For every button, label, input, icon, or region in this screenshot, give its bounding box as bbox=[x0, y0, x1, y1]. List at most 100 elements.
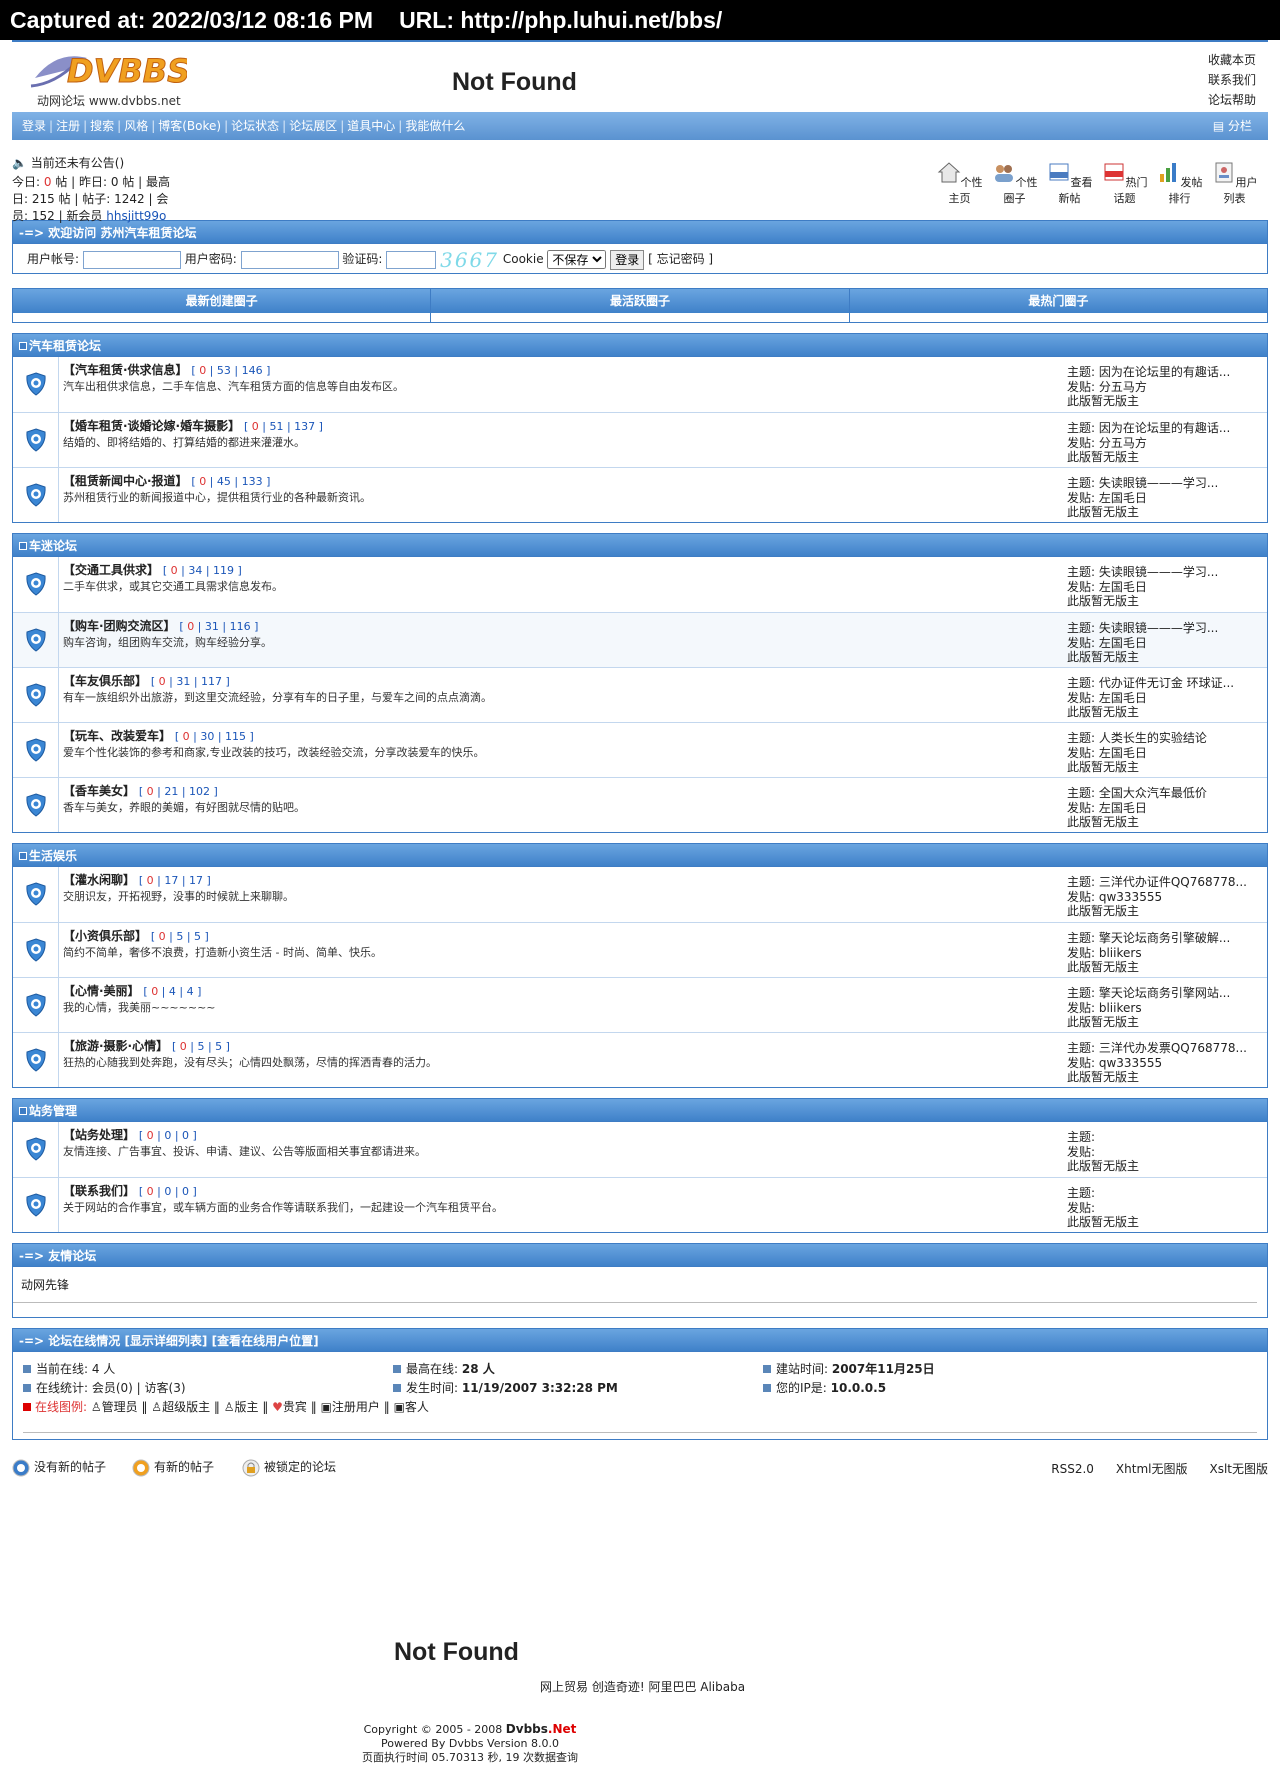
forum-title-link[interactable]: 【站务处理】 bbox=[63, 1128, 135, 1142]
forum-last-post: 主题: 发贴: 此版暂无版主 bbox=[1067, 1122, 1267, 1177]
post-ranking-button[interactable]: 发帖排行 bbox=[1152, 160, 1207, 206]
online-bar[interactable]: -=> 论坛在线情况 [显示详细列表] [查看在线用户位置] bbox=[12, 1328, 1268, 1352]
forum-categories: 汽车租赁论坛 【汽车租赁·供求信息】 [ 0 | 53 | 146 ] 汽车出租供求… bbox=[12, 333, 1268, 1233]
forum-title-link[interactable]: 【车友俱乐部】 bbox=[63, 674, 147, 688]
forum-title-link[interactable]: 【旅游·摄影·心情】 bbox=[63, 1039, 168, 1053]
copyright-brand[interactable]: Dvbbs bbox=[506, 1722, 548, 1736]
rss-link[interactable]: RSS2.0 bbox=[1051, 1462, 1094, 1476]
collapse-icon[interactable] bbox=[19, 342, 27, 350]
personal-home-button[interactable]: 个性主页 bbox=[932, 160, 987, 206]
last-topic-link[interactable]: 主题: 三洋代办证件QQ768778... bbox=[1067, 875, 1267, 890]
forum-title-link[interactable]: 【汽车租赁·供求信息】 bbox=[63, 363, 188, 377]
nav-search[interactable]: 搜索 bbox=[90, 119, 114, 133]
category-bar[interactable]: 汽车租赁论坛 bbox=[12, 333, 1268, 357]
top-links: 收藏本页 联系我们 论坛帮助 bbox=[1208, 50, 1256, 110]
last-poster[interactable]: 发贴: 左国毛日 bbox=[1067, 580, 1267, 595]
bookmark-link[interactable]: 收藏本页 bbox=[1208, 50, 1256, 70]
last-poster[interactable]: 发贴: 分五马方 bbox=[1067, 436, 1267, 451]
forum-row: 【汽车租赁·供求信息】 [ 0 | 53 | 146 ] 汽车出租供求信息，二手车… bbox=[13, 357, 1267, 412]
announcement-text[interactable]: 当前还未有公告() bbox=[31, 156, 124, 170]
forum-status-cell bbox=[13, 1122, 59, 1177]
last-topic-link[interactable]: 主题: 代办证件无订金 环球证... bbox=[1067, 676, 1267, 691]
captcha-input[interactable] bbox=[386, 250, 437, 269]
last-poster[interactable]: 发贴: bbox=[1067, 1145, 1267, 1160]
user-list-button[interactable]: 用户列表 bbox=[1207, 160, 1262, 206]
contact-link[interactable]: 联系我们 bbox=[1208, 70, 1256, 90]
forgot-password-link[interactable]: [ 忘记密码 ] bbox=[648, 252, 713, 266]
legend-locked: 被锁定的论坛 bbox=[242, 1458, 336, 1477]
category-bar[interactable]: 站务管理 bbox=[12, 1098, 1268, 1122]
last-poster[interactable]: 发贴: 左国毛日 bbox=[1067, 636, 1267, 651]
circles-header-newest[interactable]: 最新创建圈子 bbox=[13, 289, 431, 313]
forum-today-count: 0 bbox=[158, 930, 166, 943]
welcome-box: -=> 欢迎访问 苏州汽车租赁论坛 用户帐号: 用户密码: 验证码: 3667 … bbox=[12, 220, 1268, 274]
last-poster[interactable]: 发贴: bliikers bbox=[1067, 1001, 1267, 1016]
nav-blog[interactable]: 博客(Boke) bbox=[158, 119, 221, 133]
forum-post-count: 146 bbox=[241, 364, 263, 377]
copyright-brand-net[interactable]: .Net bbox=[548, 1722, 576, 1736]
password-input[interactable] bbox=[240, 250, 339, 269]
last-topic-link[interactable]: 主题: bbox=[1067, 1186, 1267, 1201]
last-poster[interactable]: 发贴: 左国毛日 bbox=[1067, 801, 1267, 816]
last-poster[interactable]: 发贴: 左国毛日 bbox=[1067, 746, 1267, 761]
last-poster[interactable]: 发贴: 左国毛日 bbox=[1067, 491, 1267, 506]
personal-circle-button[interactable]: 个性圈子 bbox=[987, 160, 1042, 206]
circles-header-hot[interactable]: 最热门圈子 bbox=[849, 289, 1267, 313]
forum-title-link[interactable]: 【婚车租赁·谈婚论嫁·婚车摄影】 bbox=[63, 419, 240, 433]
xhtml-link[interactable]: Xhtml无图版 bbox=[1116, 1462, 1188, 1476]
nav-tools[interactable]: 道具中心 bbox=[347, 119, 395, 133]
last-poster[interactable]: 发贴: 左国毛日 bbox=[1067, 691, 1267, 706]
username-input[interactable] bbox=[82, 250, 181, 269]
last-topic-link[interactable]: 主题: 失读眼镜———学习... bbox=[1067, 565, 1267, 580]
category-bar[interactable]: 车迷论坛 bbox=[12, 533, 1268, 557]
newest-member-link[interactable]: hhsjitt99o bbox=[106, 209, 166, 223]
forum-title-link[interactable]: 【香车美女】 bbox=[63, 784, 135, 798]
last-topic-link[interactable]: 主题: bbox=[1067, 1130, 1267, 1145]
forum-status-icon bbox=[26, 628, 46, 652]
last-poster[interactable]: 发贴: 分五马方 bbox=[1067, 380, 1267, 395]
help-link[interactable]: 论坛帮助 bbox=[1208, 90, 1256, 110]
hot-topics-button[interactable]: 热门话题 bbox=[1097, 160, 1152, 206]
xslt-link[interactable]: Xslt无图版 bbox=[1209, 1462, 1268, 1476]
last-poster[interactable]: 发贴: bbox=[1067, 1201, 1267, 1216]
forum-title-link[interactable]: 【购车·团购交流区】 bbox=[63, 619, 176, 633]
nav-style[interactable]: 风格 bbox=[124, 119, 148, 133]
forum-title-link[interactable]: 【联系我们】 bbox=[63, 1184, 135, 1198]
nav-login[interactable]: 登录 bbox=[22, 119, 46, 133]
last-topic-link[interactable]: 主题: 擎天论坛商务引擎网站... bbox=[1067, 986, 1267, 1001]
nav-whatcando[interactable]: 我能做什么 bbox=[405, 119, 465, 133]
last-poster[interactable]: 发贴: qw333555 bbox=[1067, 1056, 1267, 1071]
last-topic-link[interactable]: 主题: 因为在论坛里的有趣话... bbox=[1067, 421, 1267, 436]
nav-status[interactable]: 论坛状态 bbox=[231, 119, 279, 133]
last-poster[interactable]: 发贴: qw333555 bbox=[1067, 890, 1267, 905]
last-topic-link[interactable]: 主题: 失读眼镜———学习... bbox=[1067, 476, 1267, 491]
forum-title-link[interactable]: 【心情·美丽】 bbox=[63, 984, 140, 998]
collapse-icon[interactable] bbox=[19, 852, 27, 860]
forum-title-link[interactable]: 【玩车、改装爱车】 bbox=[63, 729, 171, 743]
last-topic-link[interactable]: 主题: 失读眼镜———学习... bbox=[1067, 621, 1267, 636]
ad-link[interactable]: 网上贸易 创造奇迹! 阿里巴巴 Alibaba bbox=[540, 1678, 745, 1695]
category-bar[interactable]: 生活娱乐 bbox=[12, 843, 1268, 867]
last-poster[interactable]: 发贴: bliikers bbox=[1067, 946, 1267, 961]
high-label: 帖 | 最高 bbox=[122, 175, 171, 189]
collapse-icon[interactable] bbox=[19, 1107, 27, 1115]
circles-header-active[interactable]: 最活跃圈子 bbox=[431, 289, 849, 313]
collapse-icon[interactable] bbox=[19, 542, 27, 550]
last-topic-link[interactable]: 主题: 人类长生的实验结论 bbox=[1067, 731, 1267, 746]
forum-title-link[interactable]: 【小资俱乐部】 bbox=[63, 929, 147, 943]
forum-title-link[interactable]: 【灌水闲聊】 bbox=[63, 873, 135, 887]
last-topic-link[interactable]: 主题: 全国大众汽车最低价 bbox=[1067, 786, 1267, 801]
nav-register[interactable]: 注册 bbox=[56, 119, 80, 133]
login-button[interactable]: 登录 bbox=[610, 249, 645, 270]
new-posts-button[interactable]: 查看新帖 bbox=[1042, 160, 1097, 206]
last-topic-link[interactable]: 主题: 擎天论坛商务引擎破解... bbox=[1067, 931, 1267, 946]
nav-showcase[interactable]: 论坛展区 bbox=[289, 119, 337, 133]
cookie-select[interactable]: 不保存 bbox=[547, 250, 607, 269]
logo[interactable]: DVBBS 动网论坛 www.dvbbs.net bbox=[27, 48, 212, 108]
forum-title-link[interactable]: 【交通工具供求】 bbox=[63, 563, 159, 577]
friend-link[interactable]: 动网先锋 bbox=[13, 1267, 1257, 1303]
forum-title-link[interactable]: 【租赁新闻中心·报道】 bbox=[63, 474, 188, 488]
last-topic-link[interactable]: 主题: 三洋代办发票QQ768778... bbox=[1067, 1041, 1267, 1056]
split-view-button[interactable]: ▤ 分栏 bbox=[1213, 112, 1252, 140]
last-topic-link[interactable]: 主题: 因为在论坛里的有趣话... bbox=[1067, 365, 1267, 380]
